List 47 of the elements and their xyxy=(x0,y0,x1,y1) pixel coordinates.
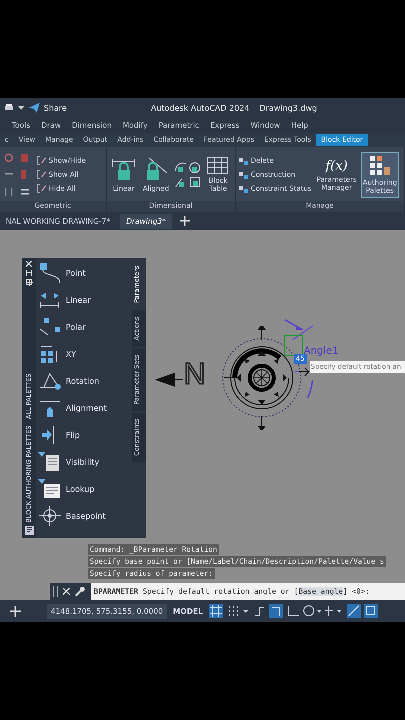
palette-tool[interactable]: Rotation xyxy=(38,371,132,391)
parameter-label: Angle1 xyxy=(304,346,339,357)
paper-plane-icon[interactable] xyxy=(29,103,40,113)
palette-properties-icon[interactable] xyxy=(24,526,34,535)
parameter-tool-icon xyxy=(38,506,62,526)
parameter-tool-icon xyxy=(38,317,62,337)
palette-grid-icon xyxy=(369,155,392,177)
add-layout-button[interactable] xyxy=(10,606,21,616)
drag-handle[interactable] xyxy=(53,586,58,597)
palette-tool[interactable]: Alignment xyxy=(38,398,132,418)
window-title: Autodesk AutoCAD 2024 xyxy=(151,104,250,112)
palette-tool[interactable]: Basepoint xyxy=(38,506,132,526)
new-tab-button[interactable] xyxy=(180,216,190,226)
close-icon[interactable] xyxy=(26,261,32,267)
squares-icon xyxy=(239,170,249,180)
palette-tool[interactable]: Linear xyxy=(38,290,132,310)
function-icon: f(x) xyxy=(326,158,348,174)
bracket-icon xyxy=(37,156,47,166)
close-icon[interactable] xyxy=(63,588,70,595)
palette-tool[interactable]: Polar xyxy=(38,317,132,337)
parameter-tool-icon xyxy=(38,371,62,391)
palette-tool[interactable]: Point xyxy=(38,263,132,283)
lock-dimension-icon xyxy=(111,157,137,183)
printer-icon[interactable] xyxy=(4,103,14,113)
wrench-icon[interactable] xyxy=(75,586,86,597)
share-button[interactable]: Share xyxy=(44,104,68,112)
dimension-icons-drawing[interactable] xyxy=(174,161,202,189)
squares-icon xyxy=(239,156,249,166)
palette-tool[interactable]: Flip xyxy=(38,425,132,445)
palette-tool[interactable]: Visibility xyxy=(38,452,132,472)
parameter-tool-icon xyxy=(38,263,62,283)
dropdown-arrow-icon[interactable] xyxy=(18,105,25,111)
table-icon xyxy=(207,157,230,175)
autohide-icon[interactable] xyxy=(26,270,32,276)
parameter-tool-icon xyxy=(38,479,62,499)
status-toggle-icons-drawing[interactable] xyxy=(209,604,380,618)
palette-tool[interactable]: XY xyxy=(38,344,132,364)
parameter-tool-icon xyxy=(38,452,62,472)
squares-icon xyxy=(239,184,249,194)
parameter-tool-icon xyxy=(38,290,62,310)
bracket-icon xyxy=(37,184,47,194)
settings-icon[interactable] xyxy=(26,279,32,286)
file-name: Drawing3.dwg xyxy=(260,104,318,112)
north-arrow-icon xyxy=(155,373,183,387)
bracket-icon xyxy=(37,170,47,180)
north-label: N xyxy=(184,360,206,390)
palette-tool[interactable]: Lookup xyxy=(38,479,132,499)
